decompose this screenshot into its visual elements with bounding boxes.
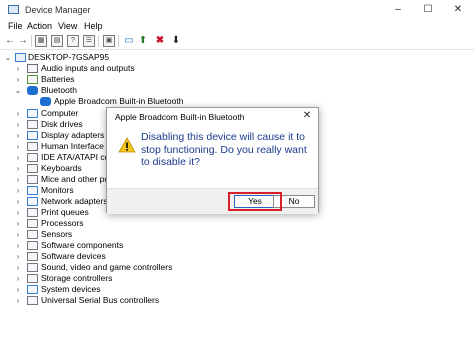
dialog-title: Apple Broadcom Built-in Bluetooth	[115, 112, 245, 122]
monitor-icon[interactable]: ▭	[123, 35, 135, 47]
title-bar: Device Manager – ☐ ✕	[0, 0, 474, 20]
uninstall-icon[interactable]: ✖	[154, 35, 166, 47]
details-icon[interactable]: ▣	[103, 35, 115, 47]
chevron-right-icon[interactable]: ›	[14, 295, 22, 306]
tree-item-label: Print queues	[41, 207, 89, 217]
tree-item-label: System devices	[41, 284, 101, 294]
storage-icon	[27, 274, 38, 283]
grid-icon[interactable]: ▦	[35, 35, 47, 47]
usb-icon	[27, 296, 38, 305]
menu-file[interactable]: File	[8, 21, 23, 31]
keyboard-icon	[27, 164, 38, 173]
tree-item-label: Sound, video and game controllers	[41, 262, 173, 272]
tree-item-label: Software components	[41, 240, 124, 250]
chevron-right-icon[interactable]: ›	[14, 240, 22, 251]
chevron-right-icon[interactable]: ›	[14, 262, 22, 273]
menu-bar: File Action View Help	[0, 20, 474, 33]
chevron-right-icon[interactable]: ›	[14, 74, 22, 85]
disk-icon	[27, 120, 38, 129]
toolbar-separator	[118, 35, 119, 47]
monitor-icon	[27, 186, 38, 195]
toolbar-separator	[98, 35, 99, 47]
hid-icon	[27, 142, 38, 151]
menu-action[interactable]: Action	[27, 21, 52, 31]
chevron-right-icon[interactable]: ›	[14, 108, 22, 119]
toolbar-separator	[31, 35, 32, 47]
mouse-icon	[27, 175, 38, 184]
tree-item-label: Display adapters	[41, 130, 105, 140]
warning-icon	[118, 137, 136, 155]
sensor-icon	[27, 230, 38, 239]
help-icon[interactable]: ?	[67, 35, 79, 47]
menu-help[interactable]: Help	[84, 21, 103, 31]
tree-item-label: Sensors	[41, 229, 73, 239]
device-manager-icon	[8, 5, 19, 14]
display-icon	[27, 131, 38, 140]
battery-icon	[27, 75, 38, 84]
sound-icon	[27, 263, 38, 272]
tree-item-label: Audio inputs and outputs	[41, 63, 135, 73]
dialog-footer: Yes No	[107, 188, 318, 214]
chevron-right-icon[interactable]: ›	[14, 174, 22, 185]
close-button[interactable]: ✕	[443, 1, 473, 19]
tree-item-label: Network adapters	[41, 196, 108, 206]
dialog-close-icon[interactable]: ✕	[301, 110, 313, 121]
speaker-icon	[27, 64, 38, 73]
chevron-down-icon[interactable]: ⌄	[4, 52, 12, 63]
maximize-button[interactable]: ☐	[413, 1, 443, 19]
tree-item-label: Disk drives	[41, 119, 83, 129]
tree-item-label: Universal Serial Bus controllers	[41, 295, 160, 305]
list-icon[interactable]: ☰	[83, 35, 95, 47]
window-title: Device Manager	[25, 5, 91, 15]
chevron-right-icon[interactable]: ›	[14, 218, 22, 229]
printer-icon	[27, 208, 38, 217]
yes-button-highlight	[228, 192, 282, 211]
chevron-right-icon[interactable]: ›	[14, 163, 22, 174]
tree-item-label: Software devices	[41, 251, 106, 261]
tree-item-label: Keyboards	[41, 163, 82, 173]
component-icon	[27, 241, 38, 250]
chevron-right-icon[interactable]: ›	[14, 185, 22, 196]
chevron-right-icon[interactable]: ›	[14, 152, 22, 163]
tree-item-label: Storage controllers	[41, 273, 113, 283]
back-icon[interactable]: ←	[4, 35, 16, 47]
chevron-right-icon[interactable]: ›	[14, 273, 22, 284]
tree-item-label: Apple Broadcom Built-in Bluetooth	[54, 96, 184, 106]
minimize-button[interactable]: –	[383, 1, 413, 19]
computer-icon	[27, 109, 38, 118]
chevron-right-icon[interactable]: ›	[14, 251, 22, 262]
properties-icon[interactable]: ▤	[51, 35, 63, 47]
device-manager-window: Device Manager – ☐ ✕ File Action View He…	[0, 0, 474, 346]
chevron-down-icon[interactable]: ⌄	[14, 85, 22, 96]
tree-item-label: Bluetooth	[41, 85, 77, 95]
bluetooth-icon	[27, 86, 38, 95]
toolbar: ← → ▦ ▤ ? ☰ ▣ ▭ ⬆ ✖ ⬇	[0, 33, 474, 50]
tree-root-label: DESKTOP-7GSAP95	[28, 52, 110, 62]
computer-icon	[15, 53, 26, 62]
confirm-disable-dialog: Apple Broadcom Built-in Bluetooth ✕ Disa…	[106, 107, 319, 214]
update-driver-icon[interactable]: ⬆	[137, 35, 149, 47]
chevron-right-icon[interactable]: ›	[14, 196, 22, 207]
chevron-right-icon[interactable]: ›	[14, 141, 22, 152]
chevron-right-icon[interactable]: ›	[14, 63, 22, 74]
chevron-right-icon[interactable]: ›	[14, 229, 22, 240]
tree-item-label: Computer	[41, 108, 79, 118]
chevron-right-icon[interactable]: ›	[14, 119, 22, 130]
chevron-right-icon[interactable]: ›	[14, 207, 22, 218]
tree-item-label: Monitors	[41, 185, 74, 195]
software-icon	[27, 252, 38, 261]
chevron-right-icon[interactable]: ›	[14, 130, 22, 141]
tree-item-label: Processors	[41, 218, 84, 228]
menu-view[interactable]: View	[58, 21, 77, 31]
network-icon	[27, 197, 38, 206]
chevron-right-icon[interactable]: ›	[14, 284, 22, 295]
system-icon	[27, 285, 38, 294]
tree-item-label: Batteries	[41, 74, 75, 84]
download-icon[interactable]: ⬇	[170, 35, 182, 47]
processor-icon	[27, 219, 38, 228]
dialog-message: Disabling this device will cause it to s…	[141, 131, 307, 168]
ide-icon	[27, 153, 38, 162]
bluetooth-icon	[40, 97, 51, 106]
forward-icon[interactable]: →	[17, 35, 29, 47]
